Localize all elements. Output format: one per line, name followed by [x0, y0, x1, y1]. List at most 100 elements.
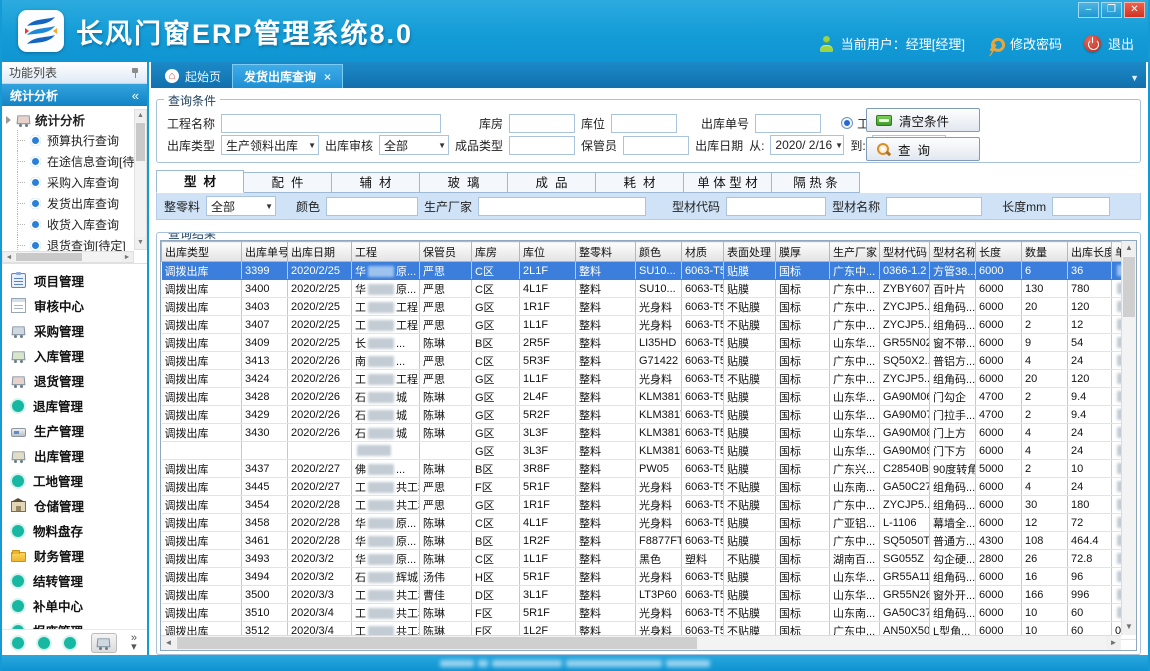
audit-select[interactable]: 全部▼: [379, 135, 449, 155]
sidebar-menu-item[interactable]: 物料盘存: [2, 518, 147, 543]
collapsed-module-dot-icon[interactable]: [64, 637, 76, 649]
scroll-down-icon[interactable]: ▼: [1122, 620, 1136, 635]
column-header[interactable]: 数量: [1022, 242, 1068, 262]
table-vertical-scrollbar[interactable]: ▲ ▼: [1121, 241, 1136, 635]
sidebar-menu-item[interactable]: 退货管理: [2, 368, 147, 393]
date-from-select[interactable]: 2020/ 2/16▼: [770, 135, 844, 155]
table-row[interactable]: 调拨出库34542020/2/28工共工程严思G区1R1F整料光身料6063-T…: [162, 496, 1138, 514]
scroll-thumb[interactable]: [136, 123, 145, 161]
outbound-type-select[interactable]: 生产领料出库▼: [221, 135, 319, 155]
search-button[interactable]: 查 询: [866, 137, 980, 161]
sidebar-menu-item[interactable]: 退库管理: [2, 393, 147, 418]
column-header[interactable]: 颜色: [636, 242, 682, 262]
column-header[interactable]: 生产厂家: [830, 242, 880, 262]
close-button[interactable]: ✕: [1124, 2, 1145, 18]
scroll-up-icon[interactable]: ▲: [1122, 241, 1136, 256]
table-row[interactable]: 调拨出库34292020/2/26石城陈琳G区5R2F整料KLM38176063…: [162, 406, 1138, 424]
sidebar-menu-item[interactable]: 补单中心: [2, 593, 147, 618]
tree-item[interactable]: 收货入库查询: [6, 214, 147, 235]
scroll-thumb[interactable]: [177, 637, 697, 649]
table-row[interactable]: 调拨出库34032020/2/25工工程严思G区1R1F整料光身料6063-T5…: [162, 298, 1138, 316]
scroll-left-icon[interactable]: ◄: [161, 636, 176, 650]
column-header[interactable]: 库房: [472, 242, 520, 262]
sidebar-menu-item[interactable]: 入库管理: [2, 343, 147, 368]
tab-active[interactable]: 发货出库查询×: [232, 64, 343, 88]
column-header[interactable]: 整零料: [576, 242, 636, 262]
column-header[interactable]: 工程: [352, 242, 420, 262]
change-password-link[interactable]: 修改密码: [1010, 34, 1062, 53]
table-row[interactable]: 调拨出库35002020/3/3工共工程曹佳D区3L1F整料LT3P606063…: [162, 586, 1138, 604]
scroll-right-icon[interactable]: ►: [121, 252, 133, 262]
table-row[interactable]: 调拨出库34002020/2/25华原...严思C区4L1F整料SU10...6…: [162, 280, 1138, 298]
table-row[interactable]: 调拨出库34302020/2/26石城陈琳G区3L3F整料KLM38176063…: [162, 424, 1138, 442]
table-row[interactable]: 调拨出库34372020/2/27佛...陈琳B区3R8F整料PW056063-…: [162, 460, 1138, 478]
maximize-button[interactable]: ❐: [1101, 2, 1122, 18]
table-row[interactable]: 调拨出库34612020/2/28华原...陈琳B区1R2F整料F8877FT6…: [162, 532, 1138, 550]
material-tab[interactable]: 配 件: [244, 172, 332, 193]
table-row[interactable]: 调拨出库34072020/2/25工工程严思G区1L1F整料光身料6063-T5…: [162, 316, 1138, 334]
project-name-input[interactable]: [221, 114, 441, 133]
table-row[interactable]: 调拨出库34932020/3/2华原...陈琳C区1L1F整料黑色塑料不贴膜国标…: [162, 550, 1138, 568]
scroll-up-icon[interactable]: ▲: [135, 110, 146, 122]
logout-link[interactable]: 退出: [1108, 34, 1134, 53]
sidebar-menu-item[interactable]: 采购管理: [2, 318, 147, 343]
scroll-right-icon[interactable]: ►: [1106, 636, 1121, 650]
product-type-input[interactable]: [509, 136, 575, 155]
material-tab[interactable]: 隔 热 条: [772, 172, 860, 193]
material-tab[interactable]: 型 材: [156, 170, 244, 193]
scroll-thumb[interactable]: [16, 253, 82, 261]
column-header[interactable]: 型材名称: [930, 242, 976, 262]
tree-vertical-scrollbar[interactable]: ▲ ▼: [134, 109, 147, 250]
close-icon[interactable]: ×: [324, 70, 331, 84]
collapsed-module-dot-icon[interactable]: [38, 637, 50, 649]
collapsed-cart-button[interactable]: [91, 633, 117, 653]
keeper-input[interactable]: [623, 136, 689, 155]
column-header[interactable]: 膜厚: [776, 242, 830, 262]
column-header[interactable]: 库位: [520, 242, 576, 262]
material-tab[interactable]: 单 体 型 材: [684, 172, 772, 193]
warehouse-input[interactable]: [509, 114, 575, 133]
column-header[interactable]: 保管员: [420, 242, 472, 262]
clear-conditions-button[interactable]: 清空条件: [866, 108, 980, 132]
sidebar-menu-item[interactable]: 财务管理: [2, 543, 147, 568]
column-header[interactable]: 出库类型: [162, 242, 242, 262]
tab-home[interactable]: 起始页: [154, 64, 232, 88]
table-row[interactable]: G区3L3F整料KLM38176063-T5贴膜国标山东华...GA90M09.…: [162, 442, 1138, 460]
table-row[interactable]: 调拨出库33992020/2/25华原...严思C区2L1F整料SU10...6…: [162, 262, 1138, 280]
material-tab[interactable]: 耗 材: [596, 172, 684, 193]
column-header[interactable]: 长度: [976, 242, 1022, 262]
tree-item[interactable]: 采购入库查询: [6, 172, 147, 193]
tree-item[interactable]: 在途信息查询[待: [6, 151, 147, 172]
sidebar-menu-item[interactable]: 工地管理: [2, 468, 147, 493]
profile-name-input[interactable]: [886, 197, 982, 216]
whole-piece-select[interactable]: 全部▼: [206, 196, 276, 216]
scroll-thumb[interactable]: [1123, 257, 1135, 317]
sidebar-menu-item[interactable]: 审核中心: [2, 293, 147, 318]
material-tab[interactable]: 玻 璃: [420, 172, 508, 193]
table-horizontal-scrollbar[interactable]: ◄ ►: [161, 635, 1121, 650]
column-header[interactable]: 材质: [682, 242, 724, 262]
column-header[interactable]: 出库单号: [242, 242, 288, 262]
scroll-down-icon[interactable]: ▼: [135, 237, 146, 249]
manufacturer-input[interactable]: [478, 197, 646, 216]
pin-icon[interactable]: [131, 67, 140, 78]
table-row[interactable]: 调拨出库34582020/2/28华原...陈琳C区4L1F整料光身料6063-…: [162, 514, 1138, 532]
sidebar-section-header[interactable]: 统计分析 «: [2, 84, 147, 106]
column-header[interactable]: 出库日期: [288, 242, 352, 262]
table-row[interactable]: 调拨出库34242020/2/26工工程严思G区1L1F整料光身料6063-T5…: [162, 370, 1138, 388]
sidebar-menu-item[interactable]: 出库管理: [2, 443, 147, 468]
collapse-icon[interactable]: «: [132, 88, 139, 103]
column-header[interactable]: 型材代码: [880, 242, 930, 262]
tree-root[interactable]: 统计分析: [6, 109, 147, 130]
table-row[interactable]: 调拨出库35102020/3/4工共工程陈琳F区5R1F整料光身料6063-T5…: [162, 604, 1138, 622]
sidebar-menu-item[interactable]: 项目管理: [2, 268, 147, 293]
column-header[interactable]: 出库长度: [1068, 242, 1112, 262]
sidebar-menu-item[interactable]: 结转管理: [2, 568, 147, 593]
tree-horizontal-scrollbar[interactable]: ◄ ►: [2, 251, 134, 263]
table-row[interactable]: 调拨出库34132020/2/26南...严思C区5R3F整料G71422606…: [162, 352, 1138, 370]
length-input[interactable]: [1052, 197, 1110, 216]
expander-icon[interactable]: [6, 116, 11, 124]
tree-item[interactable]: 发货出库查询: [6, 193, 147, 214]
location-input[interactable]: [611, 114, 677, 133]
scroll-left-icon[interactable]: ◄: [3, 252, 15, 262]
